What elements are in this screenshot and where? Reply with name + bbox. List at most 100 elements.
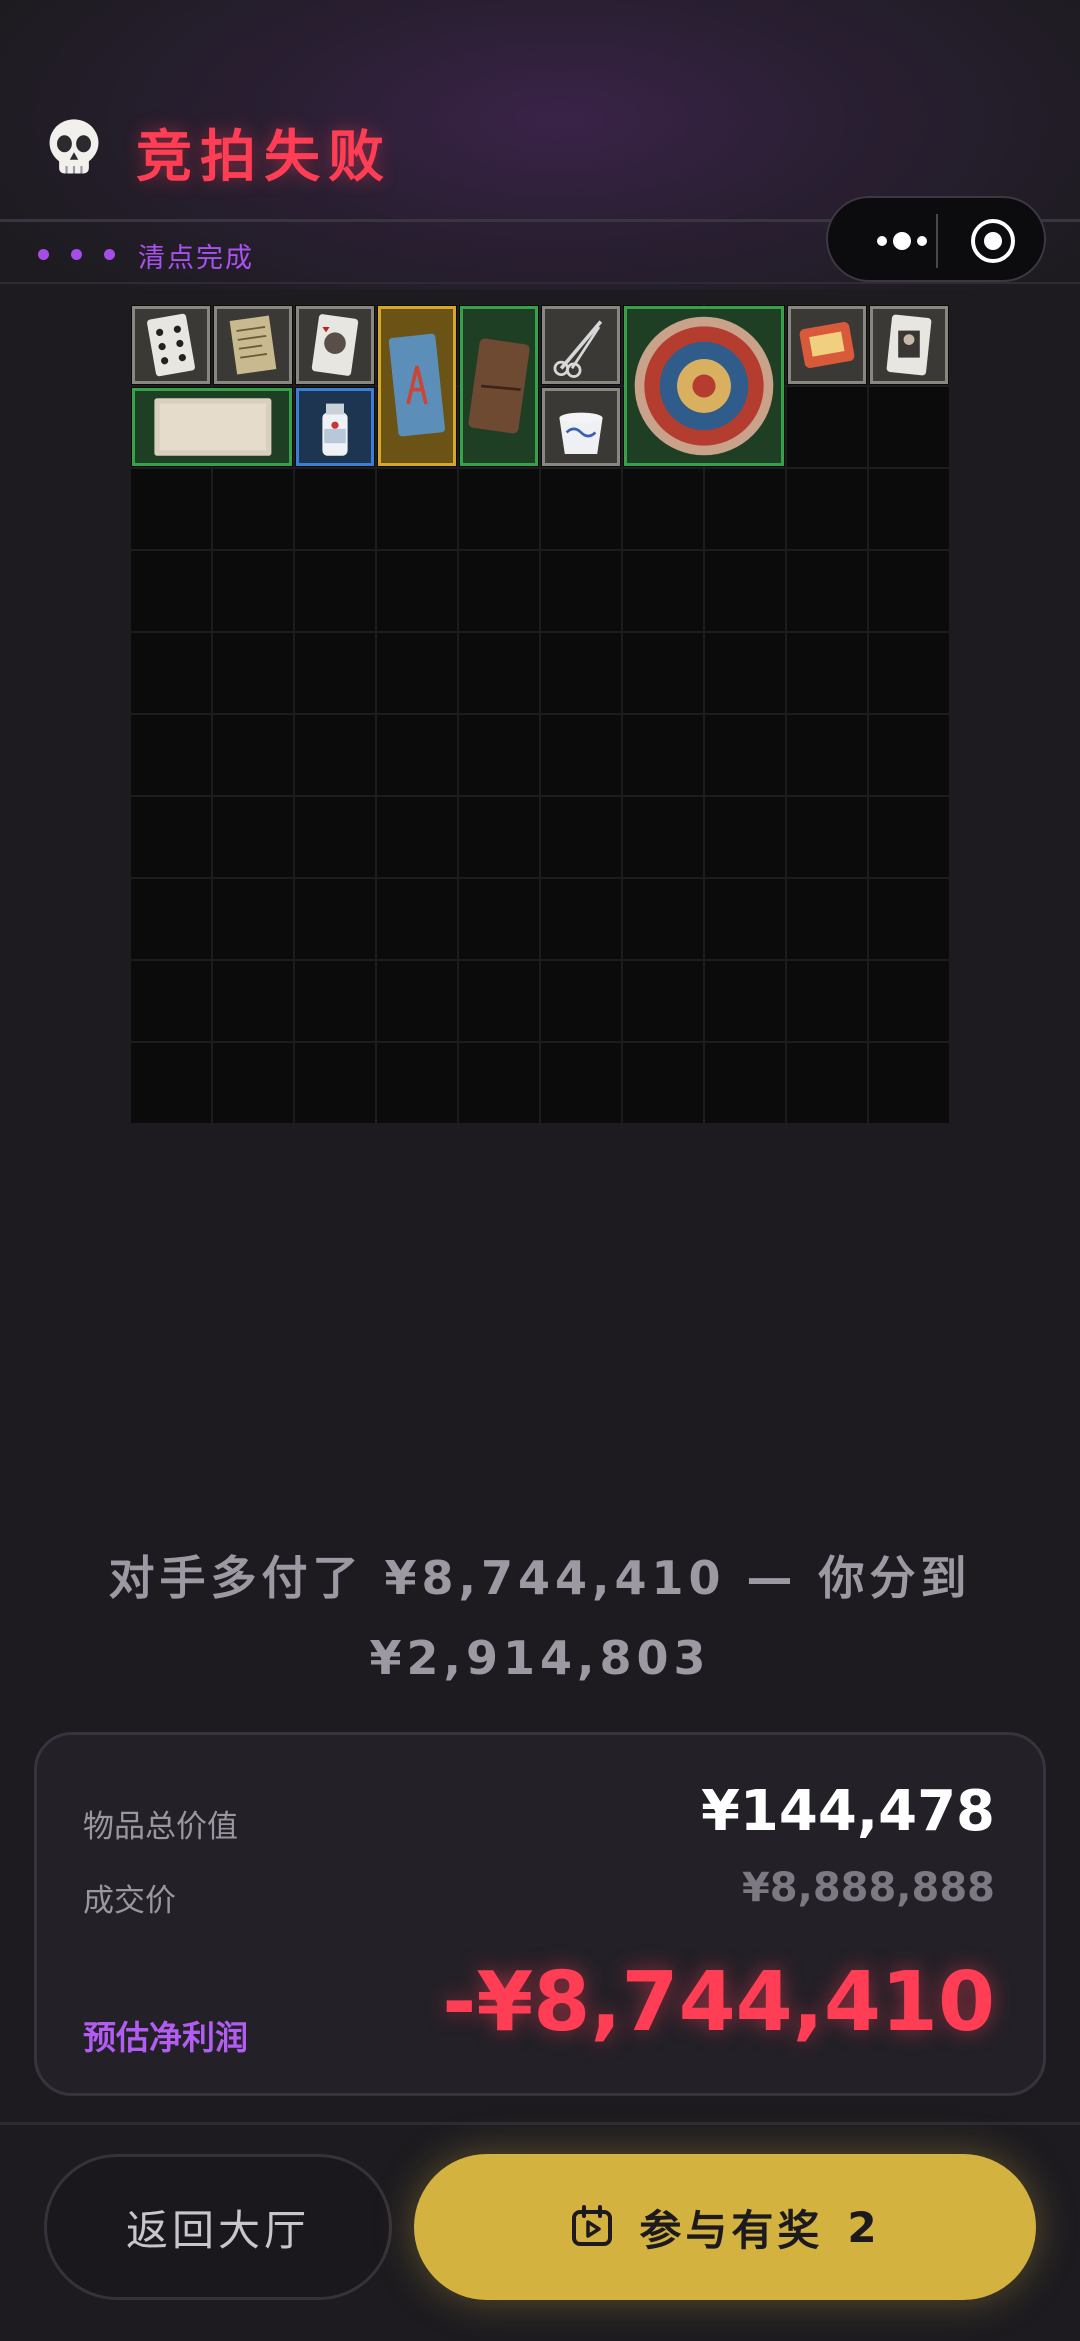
grid-cell — [294, 632, 376, 714]
grid-cell — [294, 796, 376, 878]
grid-cell — [622, 1042, 704, 1124]
grid-cell — [212, 632, 294, 714]
grid-cell — [376, 1042, 458, 1124]
grid-cell — [704, 714, 786, 796]
grid-cell — [458, 796, 540, 878]
grid-cell — [786, 632, 868, 714]
deal-price-label: 成交价 — [83, 1883, 176, 1919]
grid-cell — [868, 796, 950, 878]
grid-cell — [130, 468, 212, 550]
grid-cell — [376, 468, 458, 550]
grid-cell — [376, 796, 458, 878]
dot — [71, 249, 82, 260]
grid-cell — [212, 878, 294, 960]
grid-cell — [540, 468, 622, 550]
inventory-item-leather-journal[interactable] — [460, 306, 538, 466]
inventory-item-playing-card-face[interactable] — [870, 306, 948, 384]
grid-cell — [868, 550, 950, 632]
grid-cell — [704, 550, 786, 632]
total-value-label: 物品总价值 — [83, 1809, 238, 1845]
grid-cell — [540, 632, 622, 714]
grid-cell — [458, 1042, 540, 1124]
grid-cell — [458, 468, 540, 550]
grid-cell — [130, 796, 212, 878]
inventory-item-playing-card-spades[interactable] — [132, 306, 210, 384]
grid-cell — [622, 878, 704, 960]
summary-line-1: 对手多付了 ¥8,744,410 — 你分到 — [108, 1551, 972, 1605]
inventory-item-playing-card-portrait[interactable] — [296, 306, 374, 384]
grid-cell — [622, 468, 704, 550]
inventory-item-food-package[interactable] — [788, 306, 866, 384]
grid-cell — [376, 960, 458, 1042]
grid-cell — [540, 960, 622, 1042]
grid-cell — [786, 796, 868, 878]
grid-cell — [786, 1042, 868, 1124]
grid-cell — [786, 468, 868, 550]
inventory-item-medicine-bottle[interactable] — [296, 388, 374, 466]
summary-line-2: ¥2,914,803 — [369, 1631, 711, 1685]
grid-cell — [868, 714, 950, 796]
grid-cell — [704, 796, 786, 878]
capsule-divider — [936, 214, 938, 268]
grid-cell — [376, 632, 458, 714]
grid-cell — [868, 632, 950, 714]
grid-cell — [294, 468, 376, 550]
result-card: 物品总价值 ¥144,478 成交价 ¥8,888,888 预估净利润 -¥8,… — [34, 1732, 1046, 2096]
mini-program-capsule — [826, 196, 1046, 282]
grid-cell — [458, 960, 540, 1042]
total-value: ¥144,478 — [700, 1779, 995, 1844]
grid-cell — [868, 1042, 950, 1124]
deal-price: ¥8,888,888 — [741, 1865, 995, 1911]
grid-cell — [294, 960, 376, 1042]
grid-cell — [704, 878, 786, 960]
skull-icon — [49, 119, 99, 174]
target-close-icon[interactable] — [968, 216, 1018, 266]
inventory-item-old-document[interactable] — [214, 306, 292, 384]
grid-cell — [294, 550, 376, 632]
footer-divider — [0, 2122, 1080, 2125]
calendar-play-icon — [572, 2205, 613, 2246]
grid-cell — [868, 960, 950, 1042]
inventory-item-scissors[interactable] — [542, 306, 620, 384]
grid-cell — [212, 468, 294, 550]
loading-dots — [38, 249, 115, 260]
grid-cell — [868, 468, 950, 550]
header: 竞拍失败 — [0, 0, 1080, 222]
payout-summary: 对手多付了 ¥8,744,410 — 你分到 ¥2,914,803 — [100, 1538, 980, 1698]
profit-label: 预估净利润 — [83, 2018, 248, 2057]
grid-cell — [786, 550, 868, 632]
grid-cell — [704, 1042, 786, 1124]
dot — [38, 249, 49, 260]
inventory-item-blue-book[interactable] — [378, 306, 456, 466]
inventory-item-parchment[interactable] — [132, 388, 292, 466]
grid-cell — [458, 632, 540, 714]
grid-cell — [376, 714, 458, 796]
grid-cell — [294, 714, 376, 796]
grid-cell — [786, 386, 868, 468]
inventory-item-decorated-plate[interactable] — [624, 306, 784, 466]
more-dots-icon[interactable] — [858, 224, 948, 258]
grid-cell — [868, 878, 950, 960]
grid-cell — [622, 550, 704, 632]
grid-cell — [868, 386, 950, 468]
grid-cell — [130, 1042, 212, 1124]
grid-cell — [540, 1042, 622, 1124]
grid-cell — [540, 550, 622, 632]
grid-cell — [458, 878, 540, 960]
grid-cell — [786, 878, 868, 960]
grid-cell — [130, 878, 212, 960]
grid-cell — [704, 468, 786, 550]
grid-cell — [540, 878, 622, 960]
grid-cell — [704, 632, 786, 714]
grid-cell — [540, 796, 622, 878]
grid-cell — [376, 550, 458, 632]
back-to-lobby-button[interactable]: 返回大厅 — [44, 2154, 392, 2300]
inventory-item-yogurt-cup[interactable] — [542, 388, 620, 466]
grid-cell — [130, 550, 212, 632]
join-reward-button[interactable]: 参与有奖 2 — [414, 2154, 1036, 2300]
join-button-label: 参与有奖 — [639, 2205, 824, 2255]
grid-cell — [130, 632, 212, 714]
grid-cell — [130, 714, 212, 796]
grid-cell — [212, 796, 294, 878]
grid-cell — [130, 960, 212, 1042]
